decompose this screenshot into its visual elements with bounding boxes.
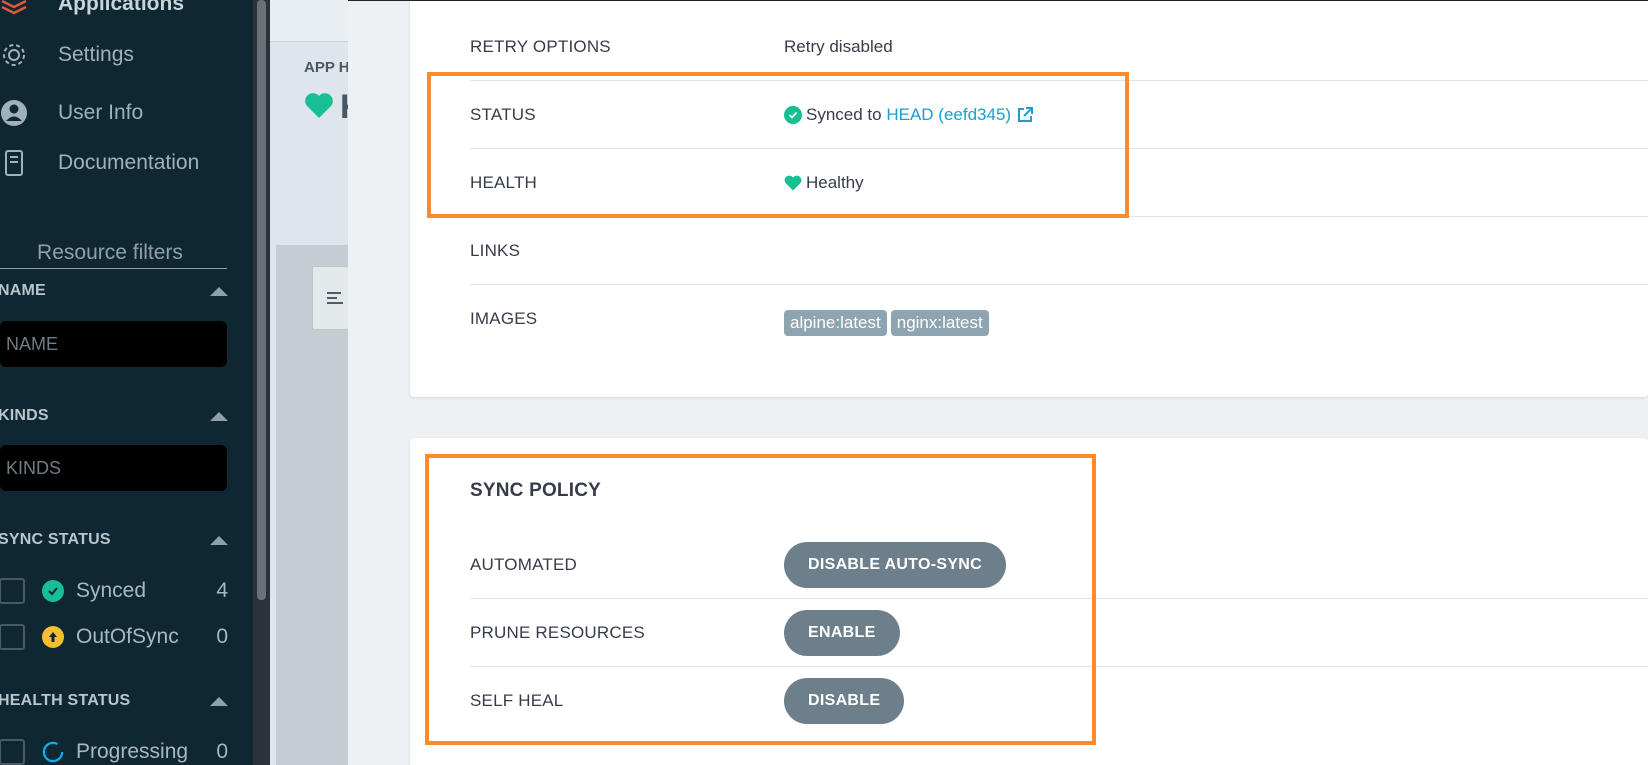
resource-filters-title: Resource filters [37, 241, 183, 264]
nav-applications-label: Applications [58, 0, 185, 15]
row-label: IMAGES [470, 309, 538, 328]
image-tag: nginx:latest [890, 310, 989, 336]
user-circle-icon [0, 97, 34, 129]
list-icon [327, 292, 343, 304]
check-circle-icon [42, 580, 64, 602]
top-bar [270, 0, 350, 42]
layers-icon [0, 0, 34, 20]
sidebar: Applications Settings User Info Document… [0, 0, 253, 765]
app-header-label: APP H [304, 59, 350, 76]
row-label: RETRY OPTIONS [470, 36, 611, 56]
nav-settings[interactable]: Settings [0, 35, 134, 75]
divider [348, 0, 1648, 1]
name-filter-input[interactable] [0, 321, 227, 367]
row-value: Retry disabled [784, 36, 893, 56]
tree-view-button[interactable] [312, 266, 352, 330]
divider [0, 268, 227, 269]
nav-user-info-label: User Info [58, 101, 144, 124]
name-filter-heading[interactable]: NAME [0, 277, 228, 305]
sidebar-scrollbar[interactable] [257, 0, 266, 600]
highlight-box [427, 72, 1129, 218]
filter-option-count: 0 [216, 625, 228, 648]
progress-circle-icon [42, 741, 64, 763]
gear-icon [0, 39, 34, 71]
checkbox[interactable] [0, 739, 25, 765]
checkbox[interactable] [0, 578, 25, 604]
filter-option-label: Progressing [76, 740, 189, 763]
kinds-filter-input[interactable] [0, 445, 227, 491]
sync-status-heading[interactable]: SYNC STATUS [0, 526, 228, 554]
nav-user-info[interactable]: User Info [0, 93, 143, 133]
filter-option-label: OutOfSync [76, 625, 179, 648]
filter-option-progressing[interactable]: Progressing 0 [0, 735, 228, 765]
highlight-box [425, 454, 1096, 745]
row-links: LINKS [470, 217, 1648, 285]
checkbox[interactable] [0, 624, 25, 650]
arrow-up-circle-icon [42, 626, 64, 648]
nav-settings-label: Settings [58, 43, 134, 66]
filter-option-outofsync[interactable]: OutOfSync 0 [0, 620, 228, 654]
collapse-caret-icon[interactable] [210, 286, 228, 296]
row-value: alpine:latest nginx:latest [784, 310, 993, 336]
row-retry-options: RETRY OPTIONS Retry disabled [470, 13, 1648, 81]
filter-option-label: Synced [76, 579, 147, 602]
filter-option-synced[interactable]: Synced 4 [0, 574, 228, 608]
health-status-heading[interactable]: HEALTH STATUS [0, 687, 228, 715]
collapse-caret-icon[interactable] [210, 411, 228, 421]
nav-documentation[interactable]: Documentation [0, 143, 199, 183]
row-label: LINKS [470, 240, 521, 260]
filter-option-count: 0 [216, 740, 228, 763]
nav-documentation-label: Documentation [58, 151, 200, 174]
collapse-caret-icon[interactable] [210, 535, 228, 545]
kinds-filter-heading[interactable]: KINDS [0, 402, 228, 430]
heart-icon [304, 92, 334, 124]
book-icon [0, 147, 34, 179]
row-images: IMAGES alpine:latest nginx:latest [470, 285, 1648, 353]
collapse-caret-icon[interactable] [210, 696, 228, 706]
image-tag: alpine:latest [784, 310, 887, 336]
filter-option-count: 4 [216, 579, 228, 602]
nav-applications[interactable]: Applications [0, 0, 184, 24]
